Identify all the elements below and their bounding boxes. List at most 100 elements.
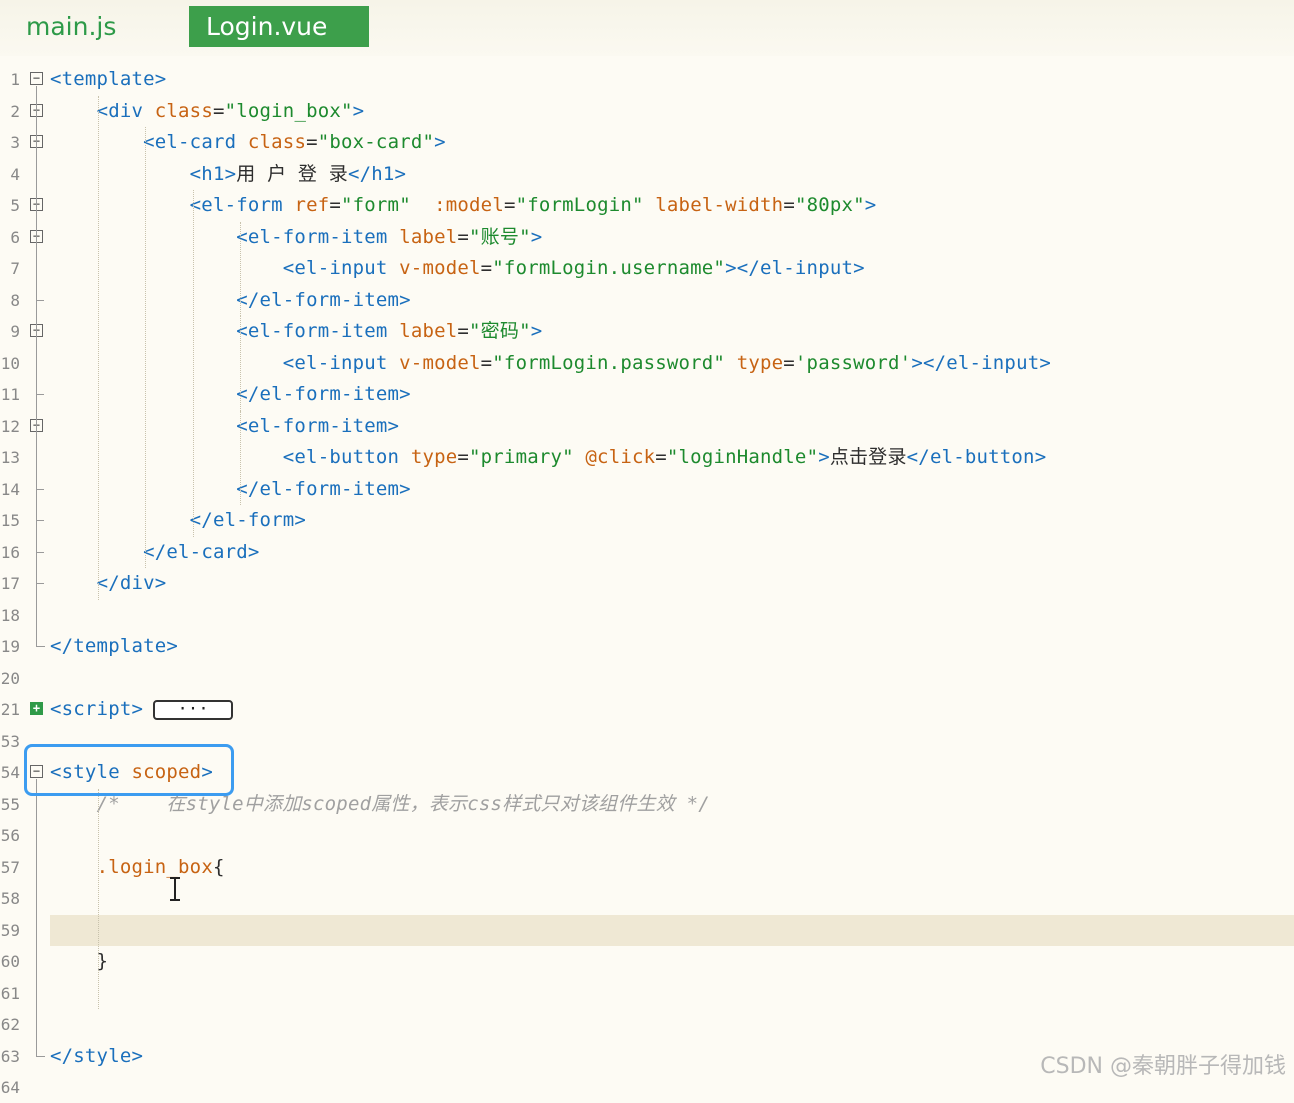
selection-highlight-box [24, 744, 234, 796]
code-token: "login_box" [224, 99, 353, 122]
line-number: 17 [0, 574, 20, 593]
line-number: 8 [10, 290, 20, 310]
code-token: <script> [50, 698, 144, 720]
code-token: label-width [655, 194, 784, 216]
tab-login-vue[interactable]: Login.vue [189, 6, 369, 47]
code-line[interactable]: 3− <el-card class="box-card"> [0, 127, 1294, 158]
code-line[interactable]: 18 [0, 600, 1294, 631]
code-token: <el-input [282, 257, 400, 279]
code-line[interactable]: 12− <el-form-item> [0, 411, 1294, 442]
code-line[interactable]: 60 } [0, 946, 1294, 977]
code-line[interactable]: 9− <el-form-item label="密码"> [0, 316, 1294, 347]
code-token: = [457, 225, 470, 248]
code-line[interactable]: 5− <el-form ref="form" :model="formLogin… [0, 190, 1294, 221]
code-token: > [434, 131, 446, 153]
code-text: <el-form-item label="账号"> [50, 222, 542, 253]
line-number: 6 [10, 227, 20, 247]
fold-end-marker [36, 639, 45, 647]
code-line[interactable]: 56 [0, 820, 1294, 851]
code-token: ></el-input> [911, 351, 1051, 374]
line-number: 11 [0, 385, 20, 404]
code-line[interactable]: 14 </el-form-item> [0, 474, 1294, 505]
code-text: <el-form-item> [50, 411, 399, 442]
text-cursor-icon [170, 877, 184, 901]
line-number: 62 [0, 1015, 20, 1034]
code-text: </el-card> [50, 537, 260, 568]
code-text: <el-input v-model="formLogin.password" t… [50, 348, 1051, 379]
code-line[interactable]: 57 .login_box{ [0, 852, 1294, 883]
code-line[interactable]: 1− <template> [0, 64, 1294, 95]
code-line[interactable]: 11 </el-form-item> [0, 379, 1294, 410]
code-line[interactable]: 62 [0, 1009, 1294, 1040]
line-number: 16 [0, 542, 20, 562]
code-line[interactable]: 13 <el-button type="primary" @click="log… [0, 442, 1294, 473]
code-token: </el-button> [906, 446, 1047, 468]
code-token: <template> [50, 68, 167, 90]
code-token: > [352, 99, 365, 122]
code-token: </el-form-item> [236, 288, 411, 311]
code-line[interactable]: 59 [1, 914, 1294, 946]
code-line[interactable]: 10 <el-input v-model="formLogin.password… [0, 348, 1294, 379]
fold-expand-icon[interactable]: + [30, 702, 43, 715]
indent-guide [97, 788, 99, 1009]
line-number: 14 [0, 479, 20, 499]
code-line[interactable]: 8 </el-form-item> [0, 285, 1294, 316]
code-line[interactable]: 4 <h1>用 户 登 录</h1> [0, 159, 1294, 190]
code-token: "loginHandle" [666, 446, 819, 468]
code-line[interactable]: 6− <el-form-item label="账号"> [0, 222, 1294, 253]
code-token: = [783, 194, 795, 216]
code-token: 点击登录 [829, 446, 907, 468]
code-line[interactable]: 15 </el-form> [0, 505, 1294, 536]
code-line[interactable]: 2− <div class="login_box"> [0, 96, 1294, 127]
code-text: <el-form ref="form" :model="formLogin" l… [50, 190, 877, 221]
code-line[interactable]: 16 </el-card> [0, 537, 1294, 568]
code-text: <el-input v-model="formLogin.username"><… [50, 253, 865, 284]
line-number: 58 [0, 889, 20, 908]
code-editor[interactable]: 1− <template> 2− <div class="login_box"> 3−… [0, 64, 1294, 1097]
code-line[interactable]: 21 + <script> ··· [0, 694, 1294, 725]
code-line[interactable]: 19 </template> [0, 631, 1294, 662]
tab-main-js[interactable]: main.js [26, 6, 116, 47]
code-line[interactable]: 58 [0, 883, 1294, 914]
code-token: = [655, 446, 667, 468]
code-text: <el-button type="primary" @click="loginH… [50, 442, 1046, 473]
line-number: 12 [0, 416, 20, 436]
code-text: </style> [50, 1041, 143, 1072]
code-line[interactable]: 20 [0, 663, 1294, 694]
code-token: label [399, 225, 458, 248]
code-token: = [306, 131, 318, 153]
fold-collapse-icon[interactable]: − [30, 72, 43, 85]
fold-tick [36, 551, 44, 553]
code-token: </template> [50, 635, 179, 657]
code-token: type [736, 351, 784, 374]
fold-tick [36, 299, 44, 301]
line-number: 60 [0, 952, 20, 971]
indent-guide [192, 190, 194, 537]
line-number: 10 [0, 353, 20, 373]
code-token: "密码" [469, 320, 531, 342]
code-line[interactable]: 17 </div> [0, 568, 1294, 599]
code-line[interactable]: 7 <el-input v-model="formLogin.username"… [0, 253, 1294, 284]
line-number: 9 [10, 322, 20, 341]
code-token: class [247, 131, 307, 153]
code-token: <div [96, 99, 155, 122]
collapsed-region-button[interactable]: ··· [153, 699, 234, 720]
line-number: 5 [10, 196, 20, 215]
code-token: "box-card" [317, 131, 435, 153]
line-number: 54 [0, 763, 20, 782]
code-line[interactable]: 61 [0, 978, 1294, 1009]
code-token: = [480, 351, 493, 374]
line-number: 21 [0, 700, 20, 719]
